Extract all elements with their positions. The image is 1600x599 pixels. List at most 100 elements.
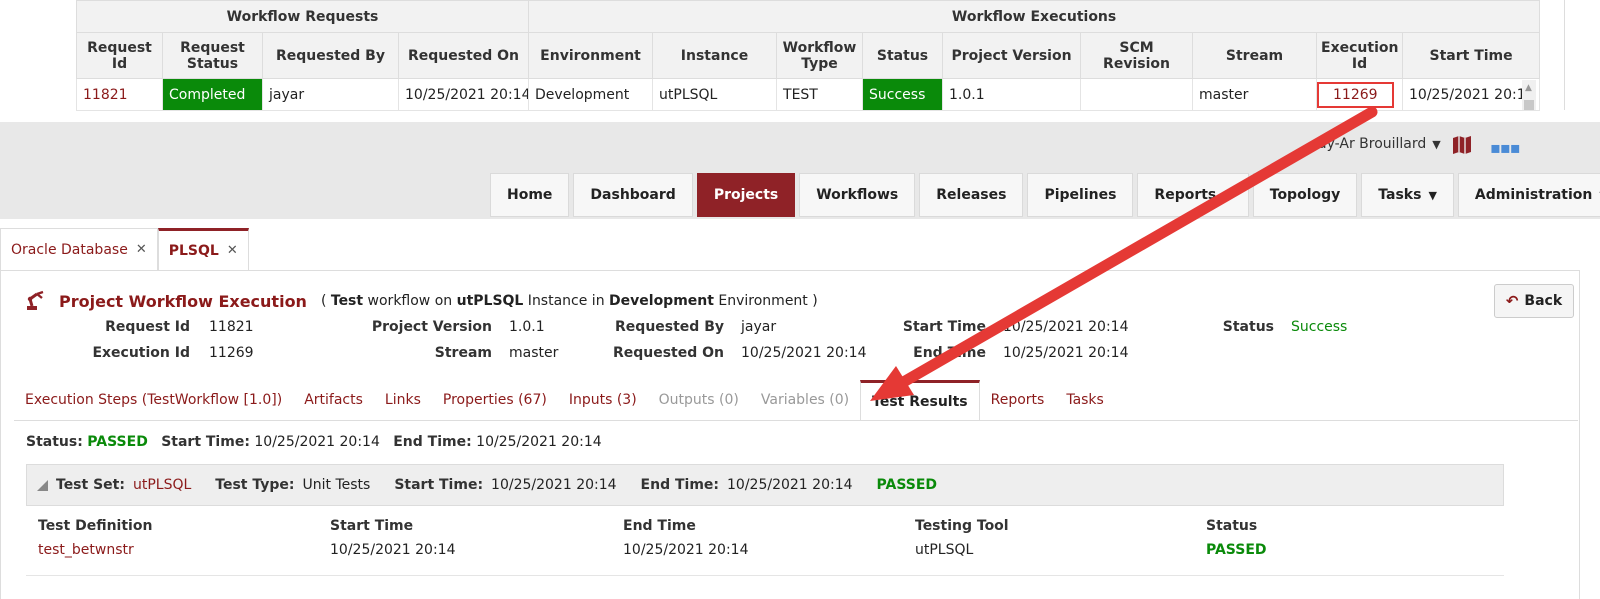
tab-label: Oracle Database: [11, 241, 128, 258]
summary-status-label: Status:: [26, 434, 83, 450]
test-set-header[interactable]: Test Set: utPLSQL Test Type: Unit Tests …: [26, 464, 1504, 506]
workflow-requests-table: Workflow Requests Workflow Executions Re…: [75, 0, 1565, 111]
subtitle-part: Environment ): [713, 293, 818, 309]
col-end-time: End Time: [623, 518, 696, 534]
table-scrollbar[interactable]: ▲: [1522, 80, 1536, 110]
col-project-version[interactable]: Project Version: [942, 32, 1082, 79]
map-icon[interactable]: [1452, 136, 1472, 154]
test-set-end-label: End Time:: [640, 477, 720, 493]
main-nav: Home Dashboard Projects Workflows Releas…: [490, 173, 1600, 217]
test-results-summary: Status: PASSED Start Time: 10/25/2021 20…: [26, 434, 602, 450]
user-menu[interactable]: ay-Ar Brouillard ▼: [1318, 136, 1441, 152]
col-stream[interactable]: Stream: [1192, 32, 1318, 79]
workflow-type-cell: TEST: [776, 78, 864, 111]
requested-by-cell: jayar: [262, 78, 399, 111]
nav-releases[interactable]: Releases: [919, 173, 1024, 217]
col-instance[interactable]: Instance: [652, 32, 778, 79]
tab-inputs[interactable]: Inputs (3): [558, 380, 648, 420]
title-row: Project Workflow Execution ( Test workfl…: [25, 290, 818, 312]
test-start-time: 10/25/2021 20:14: [330, 542, 456, 558]
execution-id-cell: 11269: [1316, 78, 1404, 111]
nav-label: Dashboard: [590, 187, 676, 203]
tab-tasks[interactable]: Tasks: [1055, 380, 1115, 420]
back-label: Back: [1524, 293, 1563, 309]
test-set-link[interactable]: utPLSQL: [133, 477, 191, 493]
request-id-link[interactable]: 11821: [76, 78, 163, 111]
col-request-id[interactable]: Request Id: [76, 32, 163, 79]
back-button[interactable]: ↶ Back: [1494, 284, 1574, 318]
page-title: Project Workflow Execution: [59, 291, 307, 311]
collapse-triangle-icon[interactable]: [37, 479, 48, 491]
col-testing-tool: Testing Tool: [915, 518, 1009, 534]
caret-down-icon: ▼: [1428, 188, 1437, 202]
nav-workflows[interactable]: Workflows: [799, 173, 916, 217]
tab-test-results[interactable]: Test Results: [860, 380, 980, 420]
col-scm-revision[interactable]: SCM Revision: [1080, 32, 1194, 79]
tab-oracle-database[interactable]: Oracle Database ✕: [0, 228, 158, 270]
col-requested-on[interactable]: Requested On: [397, 32, 530, 79]
test-end-time: 10/25/2021 20:14: [623, 542, 749, 558]
tab-plsql[interactable]: PLSQL ✕: [157, 228, 249, 270]
table-row[interactable]: 11821 Completed jayar 10/25/2021 20:14 D…: [76, 78, 1541, 111]
nav-reports[interactable]: Reports ▼: [1137, 173, 1249, 217]
test-set-start-label: Start Time:: [394, 477, 484, 493]
subtitle-environment: Development: [609, 293, 714, 309]
detail-end-time-label: End Time: [0, 345, 986, 365]
nav-tasks[interactable]: Tasks ▼: [1361, 173, 1454, 217]
nav-projects[interactable]: Projects: [696, 173, 796, 217]
tab-label: PLSQL: [168, 242, 219, 259]
nav-label: Pipelines: [1044, 187, 1117, 203]
tab-artifacts[interactable]: Artifacts: [293, 380, 374, 420]
col-start-time[interactable]: Start Time: [1402, 32, 1541, 79]
robot-arm-icon: [27, 290, 44, 310]
nav-topology[interactable]: Topology: [1252, 173, 1358, 217]
col-request-status[interactable]: Request Status: [162, 32, 263, 79]
col-test-definition: Test Definition: [38, 518, 153, 534]
detail-label: End Time: [913, 345, 986, 361]
nav-administration[interactable]: Administration▼: [1457, 173, 1600, 217]
scroll-thumb[interactable]: [1524, 100, 1534, 110]
table-divider: [26, 575, 1504, 576]
detail-status-label: Status: [0, 319, 1274, 339]
execution-id-link[interactable]: 11269: [1317, 81, 1394, 108]
tab-execution-steps[interactable]: Execution Steps (TestWorkflow [1.0]): [14, 380, 293, 420]
nav-home[interactable]: Home: [490, 173, 570, 217]
caret-down-icon: ▼: [1223, 188, 1232, 202]
back-arrow-icon: ↶: [1505, 292, 1519, 310]
col-requested-by[interactable]: Requested By: [262, 32, 399, 79]
test-definition-link[interactable]: test_betwnstr: [38, 542, 134, 558]
test-set-status: PASSED: [876, 477, 938, 493]
nav-dashboard[interactable]: Dashboard: [573, 173, 693, 217]
group-header-executions: Workflow Executions: [528, 0, 1541, 33]
group-header-requests: Workflow Requests: [75, 0, 530, 33]
summary-start: 10/25/2021 20:14: [254, 434, 380, 450]
test-set-label: Test Set:: [56, 477, 125, 493]
tab-links[interactable]: Links: [374, 380, 432, 420]
tab-variables[interactable]: Variables (0): [750, 380, 860, 420]
close-icon[interactable]: ✕: [136, 242, 147, 257]
execution-status-badge: Success: [862, 78, 944, 111]
subtitle-workflow-type: Test: [330, 293, 364, 309]
close-icon[interactable]: ✕: [227, 243, 238, 258]
start-time-cell: 10/25/2021 20:14: [1402, 78, 1541, 111]
nav-pipelines[interactable]: Pipelines: [1027, 173, 1134, 217]
more-icon[interactable]: ▪▪▪: [1490, 138, 1521, 157]
col-execution-id[interactable]: Execution Id: [1316, 32, 1404, 79]
col-status[interactable]: Status: [862, 32, 944, 79]
test-results-table: Test Definition Start Time End Time Test…: [38, 518, 1518, 566]
summary-status: PASSED: [87, 434, 148, 450]
tab-properties[interactable]: Properties (67): [432, 380, 558, 420]
request-status-badge: Completed: [162, 78, 263, 111]
col-environment[interactable]: Environment: [528, 32, 654, 79]
test-results-header: Test Definition Start Time End Time Test…: [38, 518, 1518, 542]
summary-start-label: Start Time:: [161, 434, 250, 450]
subtitle-part: workflow on: [363, 293, 457, 309]
tab-outputs[interactable]: Outputs (0): [648, 380, 750, 420]
tab-reports[interactable]: Reports: [980, 380, 1056, 420]
summary-end: 10/25/2021 20:14: [476, 434, 602, 450]
stream-cell: master: [1192, 78, 1318, 111]
workflow-table: Workflow Requests Workflow Executions Re…: [75, 0, 1541, 111]
col-workflow-type[interactable]: Workflow Type: [776, 32, 864, 79]
test-type-label: Test Type:: [215, 477, 295, 493]
scroll-up-icon[interactable]: ▲: [1525, 83, 1532, 93]
